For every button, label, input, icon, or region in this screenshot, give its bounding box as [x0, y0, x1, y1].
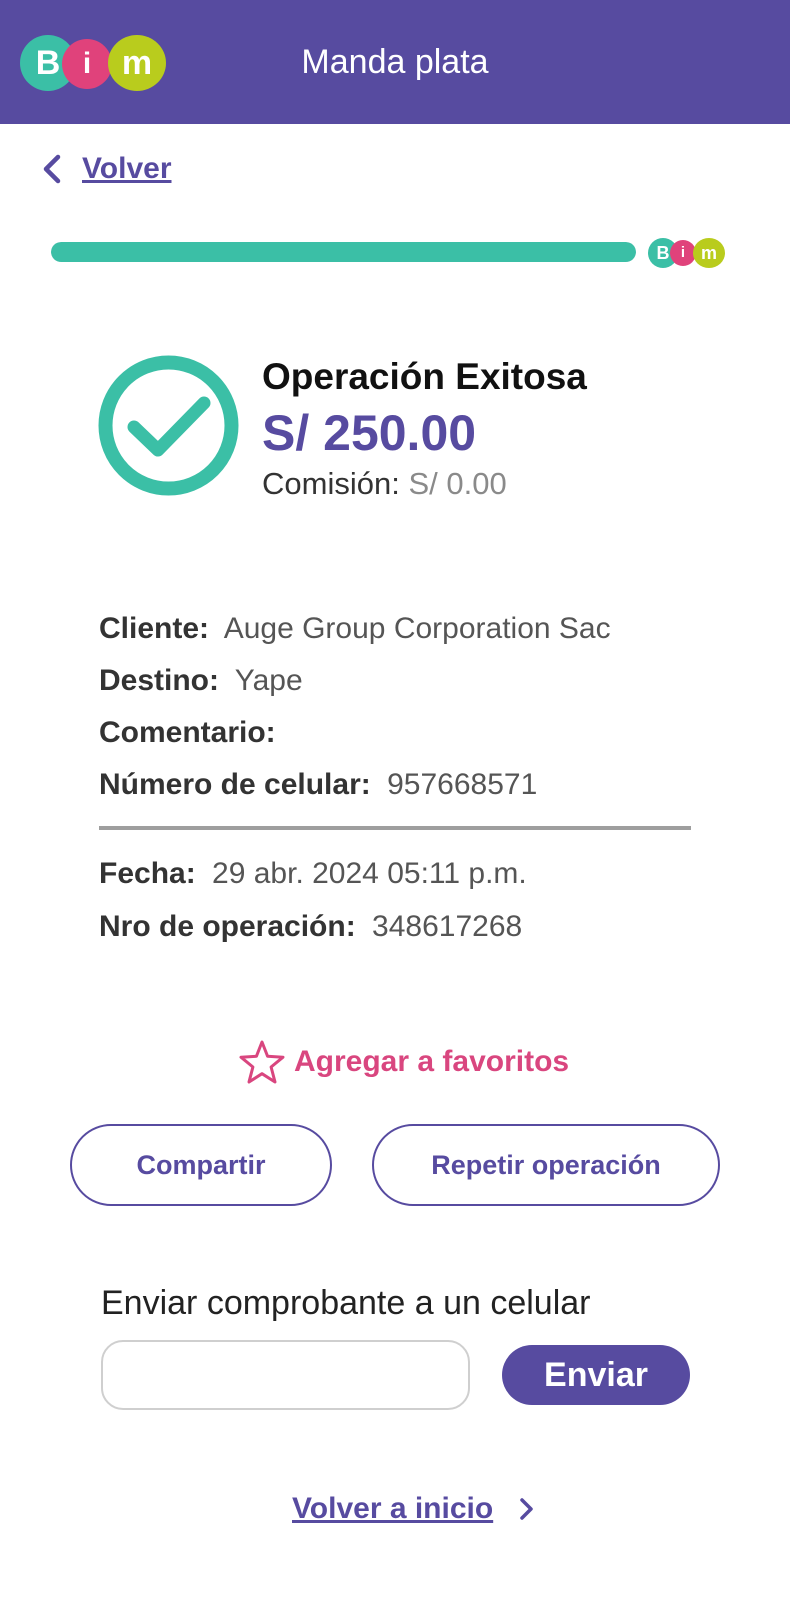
home-label: Volver a inicio	[292, 1492, 494, 1525]
send-button[interactable]: Enviar	[502, 1345, 690, 1405]
fee-label: Comisión:	[262, 466, 400, 501]
back-button[interactable]: Volver	[40, 152, 172, 186]
mini-logo-letter-m: m	[693, 238, 725, 268]
detail-label: Destino:	[99, 664, 219, 697]
operation-status-title: Operación Exitosa	[262, 356, 587, 397]
check-circle-icon	[98, 355, 239, 496]
star-outline-icon	[239, 1040, 285, 1084]
add-to-favorites-button[interactable]: Agregar a favoritos	[238, 1039, 569, 1085]
app-header: B i m Manda plata	[0, 0, 790, 124]
send-receipt-label: Enviar comprobante a un celular	[101, 1284, 591, 1322]
detail-label: Fecha:	[99, 857, 196, 890]
detail-label: Número de celular:	[99, 768, 371, 801]
share-button[interactable]: Compartir	[70, 1124, 332, 1206]
chevron-left-icon	[43, 154, 61, 184]
detail-row-destino: Destino: Yape	[99, 664, 303, 698]
bim-mini-logo: B i m	[648, 238, 728, 268]
fee-value: S/ 0.00	[408, 466, 507, 501]
operation-amount: S/ 250.00	[262, 405, 477, 461]
chevron-right-icon	[520, 1498, 533, 1520]
phone-number-input[interactable]	[101, 1340, 470, 1410]
detail-label: Cliente:	[99, 612, 210, 645]
detail-label: Nro de operación:	[99, 910, 356, 943]
detail-value: Yape	[234, 664, 303, 697]
detail-row-celular: Número de celular: 957668571	[99, 768, 537, 802]
detail-label: Comentario:	[99, 716, 276, 749]
progress-fill	[51, 242, 636, 262]
detail-value: 348617268	[372, 910, 523, 943]
operation-fee: Comisión: S/ 0.00	[262, 466, 507, 502]
page-title: Manda plata	[301, 43, 489, 81]
divider	[99, 826, 691, 830]
back-to-home-link[interactable]: Volver a inicio	[292, 1492, 537, 1526]
detail-value: Auge Group Corporation Sac	[223, 612, 611, 645]
repeat-operation-button[interactable]: Repetir operación	[372, 1124, 720, 1206]
detail-value: 29 abr. 2024 05:11 p.m.	[212, 857, 527, 890]
progress-bar	[51, 242, 636, 262]
detail-row-nro-operacion: Nro de operación: 348617268	[99, 910, 522, 944]
detail-row-comentario: Comentario:	[99, 716, 284, 750]
detail-row-cliente: Cliente: Auge Group Corporation Sac	[99, 612, 611, 646]
favorites-label: Agregar a favoritos	[294, 1045, 570, 1078]
back-label: Volver	[82, 152, 172, 185]
detail-row-fecha: Fecha: 29 abr. 2024 05:11 p.m.	[99, 857, 527, 891]
detail-value: 957668571	[387, 768, 538, 801]
